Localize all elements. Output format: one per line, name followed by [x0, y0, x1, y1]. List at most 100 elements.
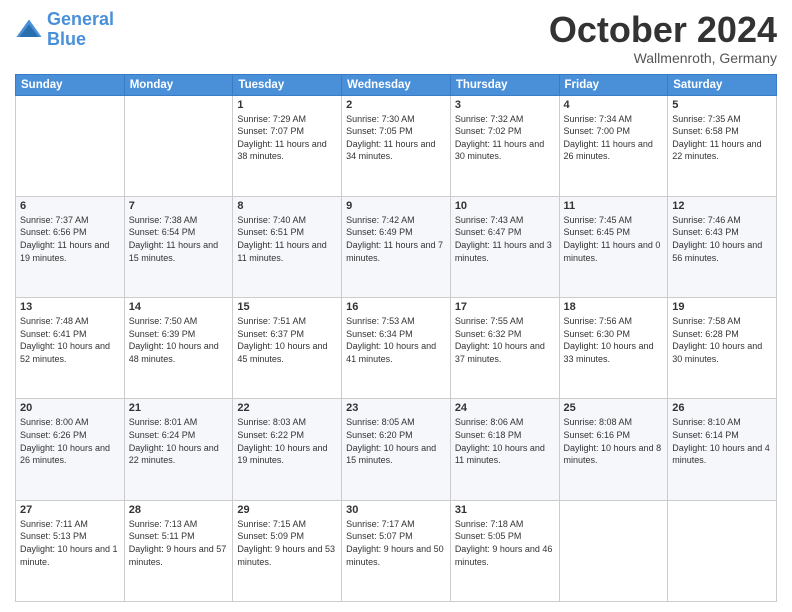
day-number: 15 [237, 301, 337, 313]
calendar-week-row: 6 Sunrise: 7:37 AM Sunset: 6:56 PM Daylig… [16, 196, 777, 297]
calendar-cell: 5Sunrise: 7:35 AM Sunset: 6:58 PM Daylig… [668, 95, 777, 196]
day-number: 22 [237, 402, 337, 414]
day-number: 11 [564, 200, 664, 212]
day-number: 13 [20, 301, 120, 313]
day-info: Sunrise: 7:53 AM Sunset: 6:34 PM Dayligh… [346, 315, 446, 365]
calendar-cell: 31Sunrise: 7:18 AM Sunset: 5:05 PM Dayli… [450, 500, 559, 601]
location: Wallmenroth, Germany [549, 50, 777, 66]
day-info: Sunrise: 7:17 AM Sunset: 5:07 PM Dayligh… [346, 518, 446, 568]
calendar: SundayMondayTuesdayWednesdayThursdayFrid… [15, 74, 777, 602]
day-info: Sunrise: 7:40 AM Sunset: 6:51 PM Dayligh… [237, 214, 337, 264]
day-number: 12 [672, 200, 772, 212]
calendar-cell: 14Sunrise: 7:50 AM Sunset: 6:39 PM Dayli… [124, 298, 233, 399]
weekday-header-cell: Monday [124, 74, 233, 95]
day-number: 23 [346, 402, 446, 414]
calendar-cell: 27 Sunrise: 7:11 AM Sunset: 5:13 PM Dayli… [16, 500, 125, 601]
calendar-cell: 4 Sunrise: 7:34 AM Sunset: 7:00 PM Daylig… [559, 95, 668, 196]
day-number: 25 [564, 402, 664, 414]
calendar-cell: 28Sunrise: 7:13 AM Sunset: 5:11 PM Dayli… [124, 500, 233, 601]
weekday-header-cell: Friday [559, 74, 668, 95]
calendar-cell: 3 Sunrise: 7:32 AM Sunset: 7:02 PM Daylig… [450, 95, 559, 196]
day-number: 7 [129, 200, 229, 212]
day-number: 3 [455, 99, 555, 111]
calendar-cell [668, 500, 777, 601]
day-number: 18 [564, 301, 664, 313]
day-info: Sunrise: 7:56 AM Sunset: 6:30 PM Dayligh… [564, 315, 664, 365]
logo: General Blue [15, 10, 114, 50]
day-number: 26 [672, 402, 772, 414]
day-info: Sunrise: 7:15 AM Sunset: 5:09 PM Dayligh… [237, 518, 337, 568]
weekday-header-cell: Sunday [16, 74, 125, 95]
day-info: Sunrise: 7:42 AM Sunset: 6:49 PM Dayligh… [346, 214, 446, 264]
day-number: 4 [564, 99, 664, 111]
logo-line2: Blue [47, 29, 86, 49]
day-info: Sunrise: 8:03 AM Sunset: 6:22 PM Dayligh… [237, 416, 337, 466]
day-number: 16 [346, 301, 446, 313]
day-number: 20 [20, 402, 120, 414]
day-number: 19 [672, 301, 772, 313]
calendar-cell: 18 Sunrise: 7:56 AM Sunset: 6:30 PM Dayli… [559, 298, 668, 399]
calendar-cell: 10Sunrise: 7:43 AM Sunset: 6:47 PM Dayli… [450, 196, 559, 297]
day-number: 30 [346, 504, 446, 516]
calendar-cell: 6 Sunrise: 7:37 AM Sunset: 6:56 PM Daylig… [16, 196, 125, 297]
day-info: Sunrise: 8:06 AM Sunset: 6:18 PM Dayligh… [455, 416, 555, 466]
day-info: Sunrise: 7:55 AM Sunset: 6:32 PM Dayligh… [455, 315, 555, 365]
day-number: 27 [20, 504, 120, 516]
day-number: 24 [455, 402, 555, 414]
day-info: Sunrise: 7:38 AM Sunset: 6:54 PM Dayligh… [129, 214, 229, 264]
calendar-cell: 12Sunrise: 7:46 AM Sunset: 6:43 PM Dayli… [668, 196, 777, 297]
day-info: Sunrise: 7:48 AM Sunset: 6:41 PM Dayligh… [20, 315, 120, 365]
day-number: 10 [455, 200, 555, 212]
title-block: October 2024 Wallmenroth, Germany [549, 10, 777, 66]
weekday-header-cell: Thursday [450, 74, 559, 95]
day-info: Sunrise: 7:58 AM Sunset: 6:28 PM Dayligh… [672, 315, 772, 365]
day-number: 29 [237, 504, 337, 516]
month-title: October 2024 [549, 10, 777, 50]
day-number: 6 [20, 200, 120, 212]
logo-icon [15, 16, 43, 44]
weekday-header-cell: Saturday [668, 74, 777, 95]
calendar-week-row: 27 Sunrise: 7:11 AM Sunset: 5:13 PM Dayli… [16, 500, 777, 601]
calendar-cell: 11 Sunrise: 7:45 AM Sunset: 6:45 PM Dayli… [559, 196, 668, 297]
calendar-cell: 25 Sunrise: 8:08 AM Sunset: 6:16 PM Dayli… [559, 399, 668, 500]
calendar-week-row: 1Sunrise: 7:29 AM Sunset: 7:07 PM Daylig… [16, 95, 777, 196]
day-info: Sunrise: 7:35 AM Sunset: 6:58 PM Dayligh… [672, 113, 772, 163]
day-number: 2 [346, 99, 446, 111]
calendar-week-row: 13 Sunrise: 7:48 AM Sunset: 6:41 PM Dayli… [16, 298, 777, 399]
day-number: 9 [346, 200, 446, 212]
calendar-cell: 22 Sunrise: 8:03 AM Sunset: 6:22 PM Dayli… [233, 399, 342, 500]
calendar-cell: 7 Sunrise: 7:38 AM Sunset: 6:54 PM Daylig… [124, 196, 233, 297]
calendar-cell [124, 95, 233, 196]
logo-text: General Blue [47, 10, 114, 50]
calendar-cell: 9 Sunrise: 7:42 AM Sunset: 6:49 PM Daylig… [342, 196, 451, 297]
day-info: Sunrise: 7:45 AM Sunset: 6:45 PM Dayligh… [564, 214, 664, 264]
calendar-cell: 19 Sunrise: 7:58 AM Sunset: 6:28 PM Dayli… [668, 298, 777, 399]
day-info: Sunrise: 8:08 AM Sunset: 6:16 PM Dayligh… [564, 416, 664, 466]
day-number: 1 [237, 99, 337, 111]
calendar-cell: 30 Sunrise: 7:17 AM Sunset: 5:07 PM Dayli… [342, 500, 451, 601]
header: General Blue October 2024 Wallmenroth, G… [15, 10, 777, 66]
day-info: Sunrise: 7:11 AM Sunset: 5:13 PM Dayligh… [20, 518, 120, 568]
day-info: Sunrise: 7:37 AM Sunset: 6:56 PM Dayligh… [20, 214, 120, 264]
calendar-cell: 23Sunrise: 8:05 AM Sunset: 6:20 PM Dayli… [342, 399, 451, 500]
day-number: 31 [455, 504, 555, 516]
calendar-cell: 17Sunrise: 7:55 AM Sunset: 6:32 PM Dayli… [450, 298, 559, 399]
day-info: Sunrise: 7:32 AM Sunset: 7:02 PM Dayligh… [455, 113, 555, 163]
weekday-header-cell: Tuesday [233, 74, 342, 95]
day-info: Sunrise: 7:34 AM Sunset: 7:00 PM Dayligh… [564, 113, 664, 163]
day-info: Sunrise: 7:51 AM Sunset: 6:37 PM Dayligh… [237, 315, 337, 365]
day-info: Sunrise: 7:30 AM Sunset: 7:05 PM Dayligh… [346, 113, 446, 163]
calendar-cell: 8Sunrise: 7:40 AM Sunset: 6:51 PM Daylig… [233, 196, 342, 297]
weekday-header-cell: Wednesday [342, 74, 451, 95]
day-info: Sunrise: 8:01 AM Sunset: 6:24 PM Dayligh… [129, 416, 229, 466]
calendar-body: 1Sunrise: 7:29 AM Sunset: 7:07 PM Daylig… [16, 95, 777, 601]
calendar-cell: 2 Sunrise: 7:30 AM Sunset: 7:05 PM Daylig… [342, 95, 451, 196]
calendar-week-row: 20Sunrise: 8:00 AM Sunset: 6:26 PM Dayli… [16, 399, 777, 500]
calendar-cell: 26 Sunrise: 8:10 AM Sunset: 6:14 PM Dayli… [668, 399, 777, 500]
weekday-header-row: SundayMondayTuesdayWednesdayThursdayFrid… [16, 74, 777, 95]
day-info: Sunrise: 7:13 AM Sunset: 5:11 PM Dayligh… [129, 518, 229, 568]
calendar-cell: 13 Sunrise: 7:48 AM Sunset: 6:41 PM Dayli… [16, 298, 125, 399]
calendar-cell: 24 Sunrise: 8:06 AM Sunset: 6:18 PM Dayli… [450, 399, 559, 500]
day-info: Sunrise: 8:10 AM Sunset: 6:14 PM Dayligh… [672, 416, 772, 466]
calendar-cell [16, 95, 125, 196]
